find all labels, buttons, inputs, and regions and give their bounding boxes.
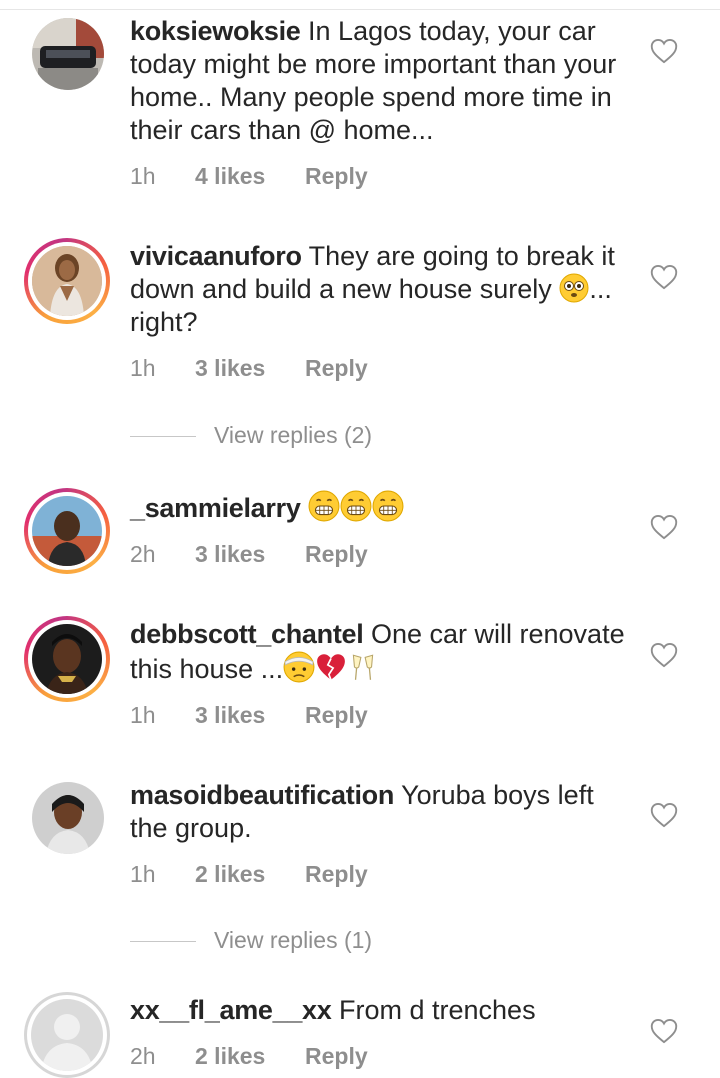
comment-meta: 1h 3 likes Reply [130,353,630,383]
comment-time: 1h [130,702,156,728]
view-replies-label: View replies (1) [214,927,373,953]
heart-outline-icon[interactable] [650,514,678,540]
comment-time: 1h [130,861,156,887]
heart-outline-icon[interactable] [650,264,678,290]
comment-meta: 2h 2 likes Reply [130,1041,630,1071]
comment-likes[interactable]: 3 likes [195,700,305,730]
avatar-image [32,18,104,90]
comment-text: _sammielarry [130,490,630,525]
comment-likes[interactable]: 2 likes [195,1041,305,1071]
reply-button[interactable]: Reply [305,353,368,383]
view-replies-button[interactable]: View replies (2) [130,420,372,450]
avatar-image [32,782,104,854]
comment-username[interactable]: debbscott_chantel [130,619,364,649]
comment-meta: 2h 3 likes Reply [130,539,630,569]
comment-text: debbscott_chantel One car will renovate … [130,618,630,686]
divider-line [130,436,196,438]
avatar-image [32,496,102,566]
heart-outline-icon[interactable] [650,38,678,64]
avatar[interactable] [32,782,104,854]
comment-text: xx__fl_ame__xx From d trenches [130,994,630,1027]
heart-outline-icon[interactable] [650,802,678,828]
comment-text: vivicaanuforo They are going to break it… [130,240,630,339]
avatar[interactable] [24,488,110,574]
avatar[interactable] [24,992,110,1078]
broken-heart-emoji [317,654,345,681]
view-replies-label: View replies (2) [214,422,373,448]
flushed-face-emoji [559,273,589,303]
default-avatar-image [31,999,103,1071]
view-replies-button[interactable]: View replies (1) [130,925,372,955]
reply-button[interactable]: Reply [305,700,368,730]
heart-outline-icon[interactable] [650,1018,678,1044]
avatar[interactable] [24,238,110,324]
comment-username[interactable]: _sammielarry [130,493,301,523]
head-bandage-face-emoji [283,651,315,683]
comment-username[interactable]: xx__fl_ame__xx [130,995,332,1025]
grinning-face-emoji [340,490,372,522]
emoji-group [308,490,404,523]
comment-likes[interactable]: 3 likes [195,353,305,383]
avatar-image [32,246,102,316]
avatar[interactable] [24,616,110,702]
reply-button[interactable]: Reply [305,859,368,889]
avatar-image [32,624,102,694]
reply-button[interactable]: Reply [305,1041,368,1071]
comment-body: From d trenches [339,995,536,1025]
comment-time: 2h [130,1043,156,1069]
comment-likes[interactable]: 3 likes [195,539,305,569]
avatar[interactable] [32,18,104,90]
heart-outline-icon[interactable] [650,642,678,668]
top-divider [0,0,720,10]
comment-text: koksiewoksie In Lagos today, your car to… [130,15,630,147]
comment-time: 1h [130,163,156,189]
comment-meta: 1h 3 likes Reply [130,700,630,730]
reply-button[interactable]: Reply [305,539,368,569]
reply-button[interactable]: Reply [305,161,368,191]
comment-likes[interactable]: 2 likes [195,859,305,889]
comment-username[interactable]: vivicaanuforo [130,241,302,271]
comment-likes[interactable]: 4 likes [195,161,305,191]
grinning-face-emoji [308,490,340,522]
comment-username[interactable]: koksiewoksie [130,16,301,46]
comment-time: 1h [130,355,156,381]
clinking-glasses-emoji [352,654,374,680]
comment-text: masoidbeautification Yoruba boys left th… [130,779,630,845]
comment-meta: 1h 4 likes Reply [130,161,630,191]
comment-username[interactable]: masoidbeautification [130,780,394,810]
divider-line [130,941,196,943]
comment-time: 2h [130,541,156,567]
grinning-face-emoji [372,490,404,522]
comment-meta: 1h 2 likes Reply [130,859,630,889]
